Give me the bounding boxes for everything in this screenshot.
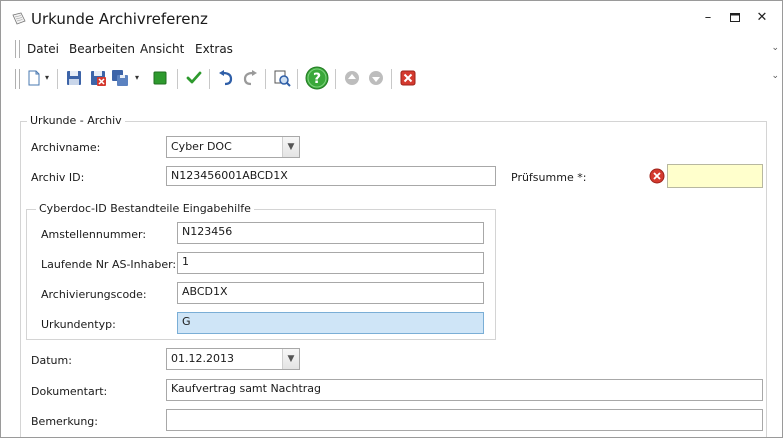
help-icon[interactable]: ? xyxy=(305,66,329,90)
toolbar-separator xyxy=(265,69,266,89)
app-window: Urkunde Archivreferenz – ✕ Datei Bearbei… xyxy=(0,0,783,438)
dokumentart-label: Dokumentart: xyxy=(31,385,108,398)
bemerkung-field[interactable] xyxy=(166,409,763,431)
error-icon xyxy=(649,168,665,184)
archiv-id-field[interactable]: N123456001ABCD1X xyxy=(166,166,496,186)
datum-value: 01.12.2013 xyxy=(171,352,234,365)
amstellennummer-field[interactable]: N123456 xyxy=(177,222,484,244)
save-dropdown-arrow-icon[interactable]: ▾ xyxy=(135,73,139,82)
green-square-icon[interactable] xyxy=(151,69,169,87)
redo-icon[interactable] xyxy=(241,69,259,87)
bemerkung-label: Bemerkung: xyxy=(31,415,98,428)
menu-extras[interactable]: Extras xyxy=(195,42,233,56)
toolbar: ▾ ▾ ? ⌄ xyxy=(1,63,782,95)
toolbar-separator xyxy=(177,69,178,89)
move-down-icon[interactable] xyxy=(367,69,385,87)
form-content: Urkunde - Archiv Archivname: Cyber DOC ▼… xyxy=(1,101,782,437)
save-icon[interactable] xyxy=(65,69,83,87)
window-title: Urkunde Archivreferenz xyxy=(31,10,208,28)
menu-datei[interactable]: Datei xyxy=(27,42,59,56)
svg-text:?: ? xyxy=(313,71,321,87)
archivierungscode-field[interactable]: ABCD1X xyxy=(177,282,484,304)
toolbar-separator xyxy=(209,69,210,89)
menu-overflow-icon[interactable]: ⌄ xyxy=(771,43,779,53)
archivname-combobox[interactable]: Cyber DOC ▼ xyxy=(166,136,300,158)
new-document-icon[interactable] xyxy=(25,69,43,87)
datum-datepicker[interactable]: 01.12.2013 ▼ xyxy=(166,348,300,370)
minimize-button[interactable]: – xyxy=(698,9,718,27)
toolbar-separator xyxy=(335,69,336,89)
save-copy-icon[interactable] xyxy=(111,69,129,87)
datum-label: Datum: xyxy=(31,354,72,367)
toolbar-separator xyxy=(297,69,298,89)
archivierungscode-label: Archivierungscode: xyxy=(41,288,147,301)
amstellennummer-label: Amstellennummer: xyxy=(41,228,147,241)
menu-bar: Datei Bearbeiten Ansicht Extras ⌄ xyxy=(1,37,782,61)
menu-bearbeiten[interactable]: Bearbeiten xyxy=(69,42,135,56)
datum-dropdown-button[interactable]: ▼ xyxy=(282,349,299,369)
menu-ansicht[interactable]: Ansicht xyxy=(140,42,184,56)
urkundentyp-field[interactable]: G xyxy=(177,312,484,334)
archivname-value: Cyber DOC xyxy=(171,140,232,153)
toolbar-grip[interactable] xyxy=(15,69,20,89)
pruefsumme-field[interactable] xyxy=(667,164,763,188)
urkundentyp-label: Urkundentyp: xyxy=(41,318,116,331)
maximize-button[interactable] xyxy=(725,9,745,27)
preview-icon[interactable] xyxy=(273,69,291,87)
dokumentart-field[interactable]: Kaufvertrag samt Nachtrag xyxy=(166,379,763,401)
chevron-down-icon: ▼ xyxy=(287,354,295,364)
chevron-down-icon: ▼ xyxy=(287,142,295,152)
move-up-icon[interactable] xyxy=(343,69,361,87)
undo-icon[interactable] xyxy=(217,69,235,87)
archiv-id-label: Archiv ID: xyxy=(31,171,85,184)
document-app-icon xyxy=(12,12,26,25)
pruefsumme-label: Prüfsumme *: xyxy=(511,171,587,184)
laufende-nr-field[interactable]: 1 xyxy=(177,252,484,274)
checkmark-icon[interactable] xyxy=(185,69,203,87)
archivname-dropdown-button[interactable]: ▼ xyxy=(282,137,299,157)
laufende-nr-label: Laufende Nr AS-Inhaber: xyxy=(41,258,177,271)
toolbar-overflow-icon[interactable]: ⌄ xyxy=(771,71,779,81)
new-dropdown-arrow-icon[interactable]: ▾ xyxy=(45,73,49,82)
close-button[interactable]: ✕ xyxy=(752,9,772,27)
archivname-label: Archivname: xyxy=(31,141,101,154)
group-title-urkunde-archiv: Urkunde - Archiv xyxy=(27,114,125,127)
group-title-cyberdoc-eingabehilfe: Cyberdoc-ID Bestandteile Eingabehilfe xyxy=(36,202,254,215)
toolbar-separator xyxy=(57,69,58,89)
delete-icon[interactable] xyxy=(399,69,417,87)
save-close-icon[interactable] xyxy=(89,69,107,87)
toolbar-separator xyxy=(391,69,392,89)
menu-grip[interactable] xyxy=(15,40,20,58)
title-bar: Urkunde Archivreferenz – ✕ xyxy=(1,1,782,35)
